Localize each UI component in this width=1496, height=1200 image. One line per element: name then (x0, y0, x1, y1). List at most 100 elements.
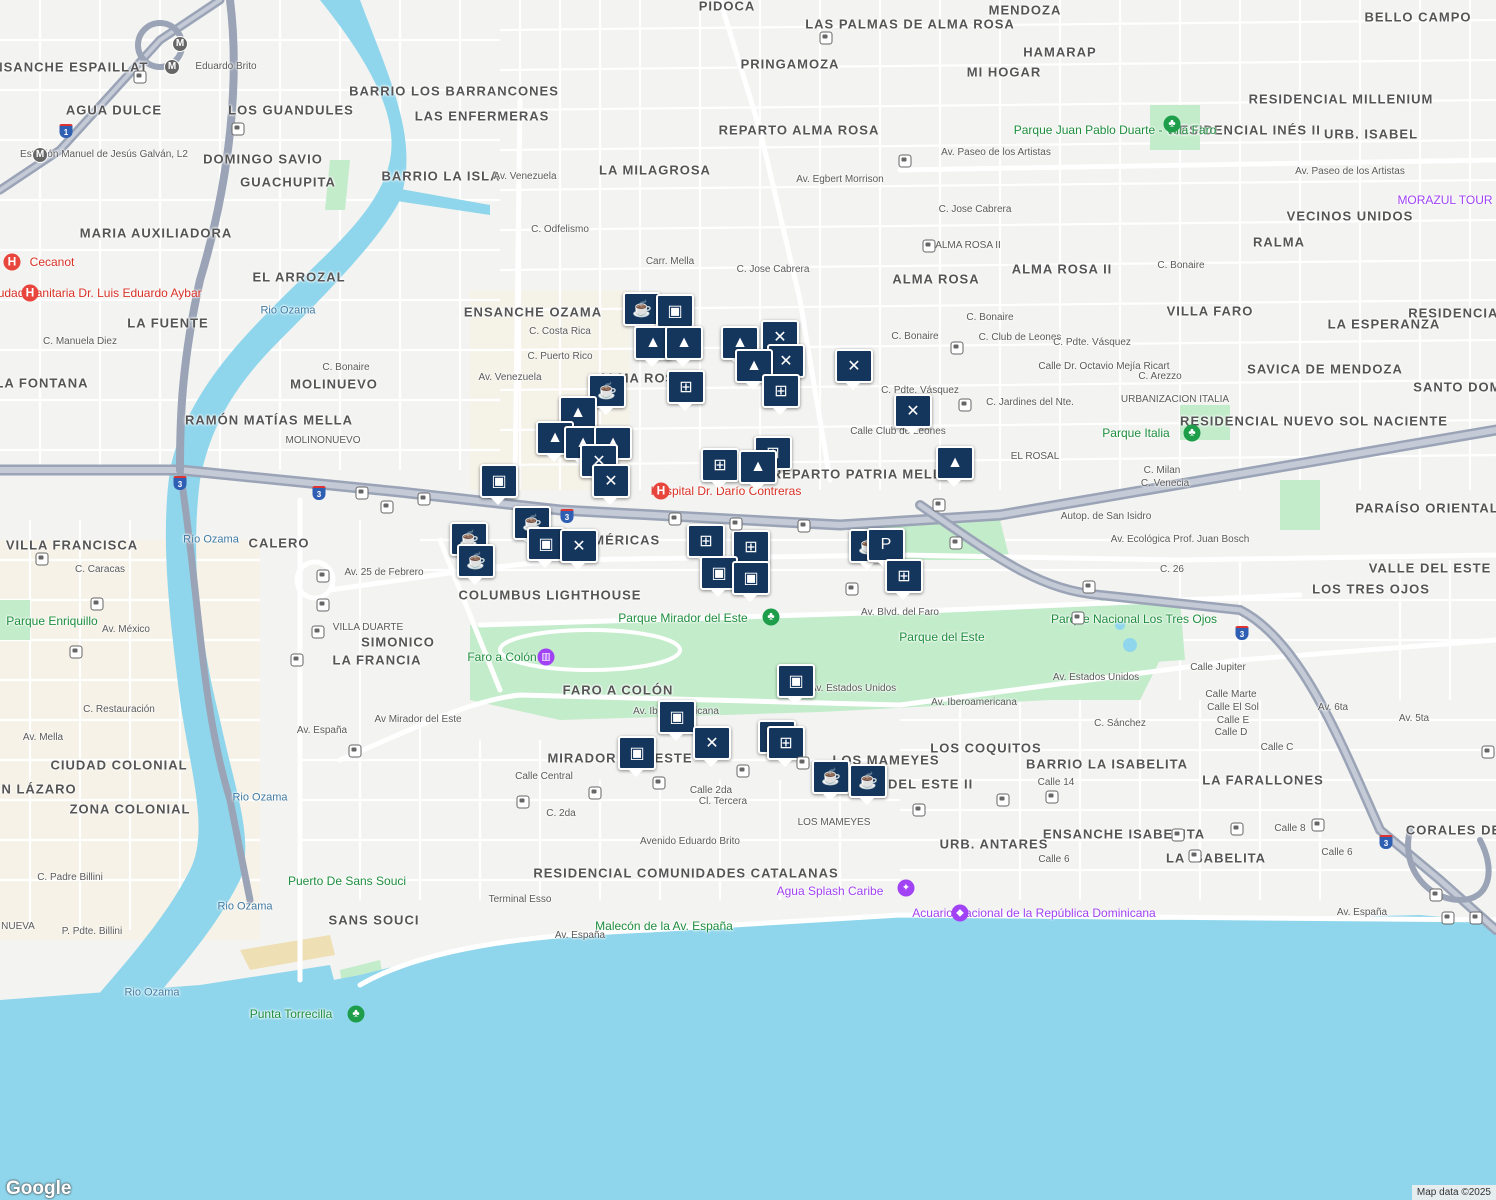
bus-stop-icon[interactable] (355, 486, 369, 500)
map-label: Calle 14 (1037, 777, 1075, 788)
bus-stop-icon[interactable] (652, 776, 666, 790)
map-pin[interactable]: ☕ (457, 544, 495, 585)
museum-icon[interactable]: ▥ (537, 648, 555, 666)
park-icon[interactable]: ♣ (1183, 424, 1201, 442)
map-label: Calle E (1216, 715, 1250, 726)
map-pin[interactable]: ▲ (739, 450, 777, 491)
bus-stop-icon[interactable] (796, 756, 810, 770)
park-icon[interactable]: ♣ (762, 608, 780, 626)
map-pin[interactable]: ▣ (777, 664, 815, 705)
bus-stop-icon[interactable] (1469, 911, 1483, 925)
bus-stop-icon[interactable] (588, 786, 602, 800)
map-pin[interactable]: ▣ (658, 700, 696, 741)
map-label: C. Restauración (83, 704, 155, 715)
restaurant-icon: ✕ (779, 353, 793, 370)
map-label: C. Jardines del Nte. (986, 397, 1074, 408)
park-icon[interactable]: ♣ (1163, 115, 1181, 133)
bus-stop-icon[interactable] (69, 645, 83, 659)
map-pin[interactable]: ☕ (812, 760, 850, 801)
map-label: C. 26 (1160, 564, 1184, 575)
bus-stop-icon[interactable] (950, 341, 964, 355)
bus-stop-icon[interactable] (348, 744, 362, 758)
bus-stop-icon[interactable] (845, 582, 859, 596)
map-pin[interactable]: ⊞ (701, 448, 739, 489)
map-pin[interactable]: ⊞ (667, 370, 705, 411)
map-pin[interactable]: ⊞ (885, 559, 923, 600)
bus-stop-icon[interactable] (1171, 828, 1185, 842)
metro-station-icon[interactable]: M (32, 147, 48, 163)
bus-stop-icon[interactable] (1188, 849, 1202, 863)
map-pin[interactable]: ▣ (656, 294, 694, 335)
bus-stop-icon[interactable] (898, 154, 912, 168)
bus-stop-icon[interactable] (1481, 745, 1495, 759)
hospital-icon[interactable]: H (3, 253, 21, 271)
bus-stop-icon[interactable] (958, 398, 972, 412)
map-attribution[interactable]: Map data ©2025 (1411, 1185, 1496, 1200)
map-pin[interactable]: ▲ (665, 326, 703, 367)
map-pin[interactable]: ☕ (623, 292, 661, 333)
map-pin[interactable]: ▣ (732, 561, 770, 602)
map-pin[interactable]: ▲ (936, 446, 974, 487)
bus-stop-icon[interactable] (922, 239, 936, 253)
aquarium-icon[interactable]: ◆ (951, 904, 969, 922)
map-label: PIDOCA (698, 0, 756, 14)
bus-stop-icon[interactable] (1311, 818, 1325, 832)
bus-stop-icon[interactable] (35, 552, 49, 566)
bus-stop-icon[interactable] (1045, 790, 1059, 804)
metro-station-icon[interactable]: M (164, 59, 180, 75)
map-pin[interactable]: ✕ (894, 394, 932, 435)
bus-stop-icon[interactable] (90, 597, 104, 611)
map-label: Avenido Eduardo Brito (640, 836, 740, 847)
bus-stop-icon[interactable] (1441, 911, 1455, 925)
map-pin[interactable]: ✕ (693, 726, 731, 767)
bus-stop-icon[interactable] (819, 31, 833, 45)
bus-stop-icon[interactable] (380, 500, 394, 514)
hospital-icon[interactable]: H (21, 284, 39, 302)
bus-stop-icon[interactable] (797, 519, 811, 533)
map-label: SANS SOUCI (328, 912, 420, 928)
bus-stop-icon[interactable] (311, 625, 325, 639)
map-pin[interactable]: ▣ (618, 736, 656, 777)
map-label: C. Jose Cabrera (736, 264, 810, 275)
map-label: MORAZUL TOUR (1397, 193, 1493, 207)
bus-stop-icon[interactable] (949, 536, 963, 550)
bus-stop-icon[interactable] (1071, 611, 1085, 625)
map-pin[interactable]: ▣ (480, 464, 518, 505)
hospital-icon[interactable]: H (652, 482, 670, 500)
bus-stop-icon[interactable] (133, 70, 147, 84)
map-pin[interactable]: ✕ (592, 464, 630, 505)
map-label: C. Pdte. Vásquez (1053, 337, 1131, 348)
map-pin[interactable]: ⊞ (687, 524, 725, 565)
bus-stop-icon[interactable] (736, 764, 750, 778)
map-pin[interactable]: ▣ (700, 556, 738, 597)
metro-station-icon[interactable]: M (172, 36, 188, 52)
bus-stop-icon[interactable] (290, 653, 304, 667)
bus-stop-icon[interactable] (231, 122, 245, 136)
map-pin[interactable]: ☕ (849, 764, 887, 805)
bus-stop-icon[interactable] (1429, 888, 1443, 902)
map-pin[interactable]: ⊞ (762, 374, 800, 415)
map-pin[interactable]: ▣ (527, 527, 565, 568)
map-label: COLUMBUS LIGHTHOUSE (458, 587, 642, 603)
map-label: C. Caracas (74, 564, 126, 575)
bus-stop-icon[interactable] (516, 795, 530, 809)
bus-stop-icon[interactable] (729, 517, 743, 531)
bus-stop-icon[interactable] (912, 803, 926, 817)
map-label: NUEVA (1, 921, 35, 932)
bag-icon: ▣ (711, 565, 727, 582)
map-label: LAS ENFERMERAS (414, 108, 550, 124)
bus-stop-icon[interactable] (417, 492, 431, 506)
bus-stop-icon[interactable] (668, 512, 682, 526)
bus-stop-icon[interactable] (996, 793, 1010, 807)
bus-stop-icon[interactable] (316, 569, 330, 583)
map-pin[interactable]: ✕ (835, 349, 873, 390)
map-label: BARRIO LA ISLA (381, 168, 501, 184)
attraction-icon[interactable]: ✦ (897, 879, 915, 897)
bus-stop-icon[interactable] (932, 498, 946, 512)
park-icon[interactable]: ♣ (347, 1005, 365, 1023)
bus-stop-icon[interactable] (316, 598, 330, 612)
bus-stop-icon[interactable] (1082, 580, 1096, 594)
bus-stop-icon[interactable] (1230, 822, 1244, 836)
map-label: ENSANCHE OZAMA (463, 304, 603, 320)
map-pin[interactable]: ✕ (560, 529, 598, 570)
